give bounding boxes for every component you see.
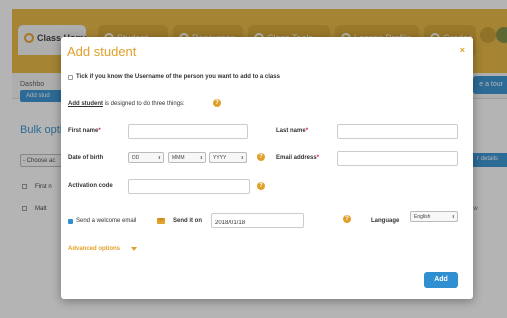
activation-code-label: Activation code [68,183,113,189]
advanced-options-toggle[interactable]: Advanced options [68,246,120,252]
language-select[interactable]: English ⬍ [410,211,458,222]
help-icon[interactable]: ? [257,182,265,190]
help-icon[interactable]: ? [257,153,265,161]
know-username-label: Tick if you know the Username of the per… [76,74,280,80]
send-date-input[interactable] [211,213,304,228]
select-arrows-icon: ⬍ [451,214,455,219]
intro-text: Add student is designed to do three thin… [68,101,185,107]
welcome-email-checkbox[interactable] [68,219,73,224]
dialog-title: Add student [67,44,137,59]
help-icon[interactable]: ? [343,215,351,223]
language-label: Language [371,218,400,224]
first-name-input[interactable] [128,124,248,139]
add-student-link[interactable]: Add student [68,101,103,107]
dob-label: Date of birth [68,155,104,161]
dob-year-select[interactable]: YYYY ⬍ [209,152,247,163]
send-on-label: Send it on [173,218,202,224]
last-name-input[interactable] [337,124,458,139]
select-arrows-icon: ⬍ [157,155,161,160]
email-input[interactable] [337,151,458,166]
select-arrows-icon: ⬍ [199,155,203,160]
help-icon[interactable]: ? [213,99,221,107]
know-username-checkbox[interactable] [68,75,73,80]
chevron-down-icon[interactable] [131,247,137,251]
activation-code-input[interactable] [128,179,250,194]
first-name-label: First name* [68,128,101,134]
envelope-icon [157,218,165,224]
email-label: Email address* [276,155,320,161]
close-icon[interactable]: × [460,45,465,55]
dob-day-select[interactable]: DD ⬍ [128,152,164,163]
dob-month-select[interactable]: MMM ⬍ [168,152,206,163]
select-arrows-icon: ⬍ [240,155,244,160]
last-name-label: Last name* [276,128,309,134]
welcome-email-label: Send a welcome email [76,218,137,224]
add-button[interactable]: Add [424,272,458,288]
add-student-dialog: Add student × Tick if you know the Usern… [61,37,473,299]
